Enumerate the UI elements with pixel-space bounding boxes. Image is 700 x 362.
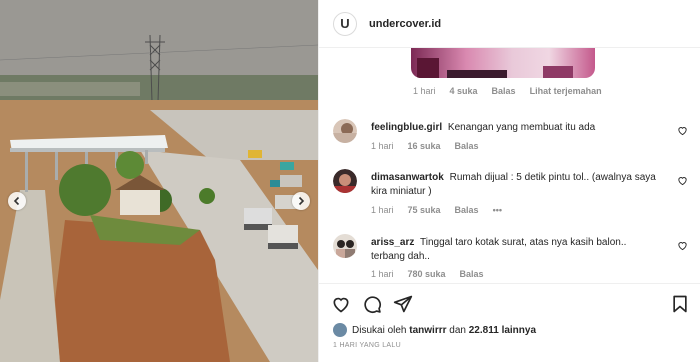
bookmark-icon[interactable] bbox=[670, 294, 690, 314]
comment-bubble-icon[interactable] bbox=[362, 294, 382, 314]
commenter-avatar[interactable] bbox=[333, 169, 357, 193]
reply-meta: 1 hari 4 suka Balas Lihat terjemahan bbox=[413, 86, 602, 96]
likes-prefix: Disukai oleh bbox=[352, 324, 407, 336]
heart-icon[interactable] bbox=[677, 175, 688, 186]
previous-photo-button[interactable] bbox=[8, 192, 26, 210]
liker-avatar[interactable] bbox=[333, 323, 347, 337]
comment-meta: 1 hari 16 suka Balas bbox=[371, 141, 479, 151]
post-date: 1 HARI YANG LALU bbox=[333, 342, 401, 349]
post-header: U undercover.id bbox=[319, 0, 700, 48]
commenter-avatar[interactable] bbox=[333, 119, 357, 143]
comment-username[interactable]: ariss_arz bbox=[371, 237, 414, 248]
comment-meta: 1 hari 780 suka Balas bbox=[371, 269, 484, 279]
see-translation-button[interactable]: Lihat terjemahan bbox=[530, 86, 602, 96]
comments-list: 1 hari 4 suka Balas Lihat terjemahan fee… bbox=[319, 48, 700, 282]
comment-reply-button[interactable]: Balas bbox=[455, 141, 479, 151]
comment-body: feelingblue.girl Kenangan yang membuat i… bbox=[371, 121, 661, 135]
likes-summary: Disukai oleh tanwirrr dan 22.811 lainnya bbox=[333, 323, 536, 337]
next-photo-button[interactable] bbox=[292, 192, 310, 210]
comment-time: 1 hari bbox=[371, 141, 394, 151]
like-heart-icon[interactable] bbox=[331, 294, 351, 314]
likes-middle: dan bbox=[449, 324, 466, 336]
post-side-panel: U undercover.id 1 hari 4 suka Balas Liha… bbox=[318, 0, 700, 362]
comment-username[interactable]: dimasanwartok bbox=[371, 172, 444, 183]
heart-icon[interactable] bbox=[677, 240, 688, 251]
reply-likes[interactable]: 4 suka bbox=[450, 86, 478, 96]
comment-likes[interactable]: 75 suka bbox=[408, 205, 441, 215]
liker-username[interactable]: tanwirrr bbox=[409, 325, 446, 336]
comment-body: dimasanwartok Rumah dijual : 5 detik pin… bbox=[371, 171, 661, 199]
author-avatar-letter: U bbox=[340, 16, 350, 31]
more-options-icon[interactable]: ••• bbox=[493, 205, 502, 215]
share-paper-plane-icon[interactable] bbox=[393, 294, 413, 314]
comment-likes[interactable]: 16 suka bbox=[408, 141, 441, 151]
comment-text: Kenangan yang membuat itu ada bbox=[447, 122, 596, 133]
comment-meta: 1 hari 75 suka Balas ••• bbox=[371, 205, 502, 215]
commenter-avatar[interactable] bbox=[333, 234, 357, 258]
author-avatar[interactable]: U bbox=[333, 11, 357, 36]
heart-icon[interactable] bbox=[677, 125, 688, 136]
post-actions-bar bbox=[319, 283, 700, 323]
chevron-left-icon bbox=[13, 196, 20, 206]
comment-reply-button[interactable]: Balas bbox=[460, 269, 484, 279]
comment-time: 1 hari bbox=[371, 269, 394, 279]
comment-time: 1 hari bbox=[371, 205, 394, 215]
reply-time: 1 hari bbox=[413, 86, 436, 96]
likes-count[interactable]: 22.811 lainnya bbox=[469, 325, 536, 336]
comment-username[interactable]: feelingblue.girl bbox=[371, 122, 442, 133]
chevron-right-icon bbox=[298, 196, 305, 206]
reply-button[interactable]: Balas bbox=[492, 86, 516, 96]
comment-reply-button[interactable]: Balas bbox=[455, 205, 479, 215]
construction-photo-illustration bbox=[0, 0, 318, 362]
post-photo bbox=[0, 0, 318, 362]
reply-image-thumbnail[interactable] bbox=[411, 48, 595, 78]
comment-likes[interactable]: 780 suka bbox=[408, 269, 446, 279]
comment-body: ariss_arz Tinggal taro kotak surat, atas… bbox=[371, 236, 661, 264]
author-username[interactable]: undercover.id bbox=[369, 18, 441, 30]
